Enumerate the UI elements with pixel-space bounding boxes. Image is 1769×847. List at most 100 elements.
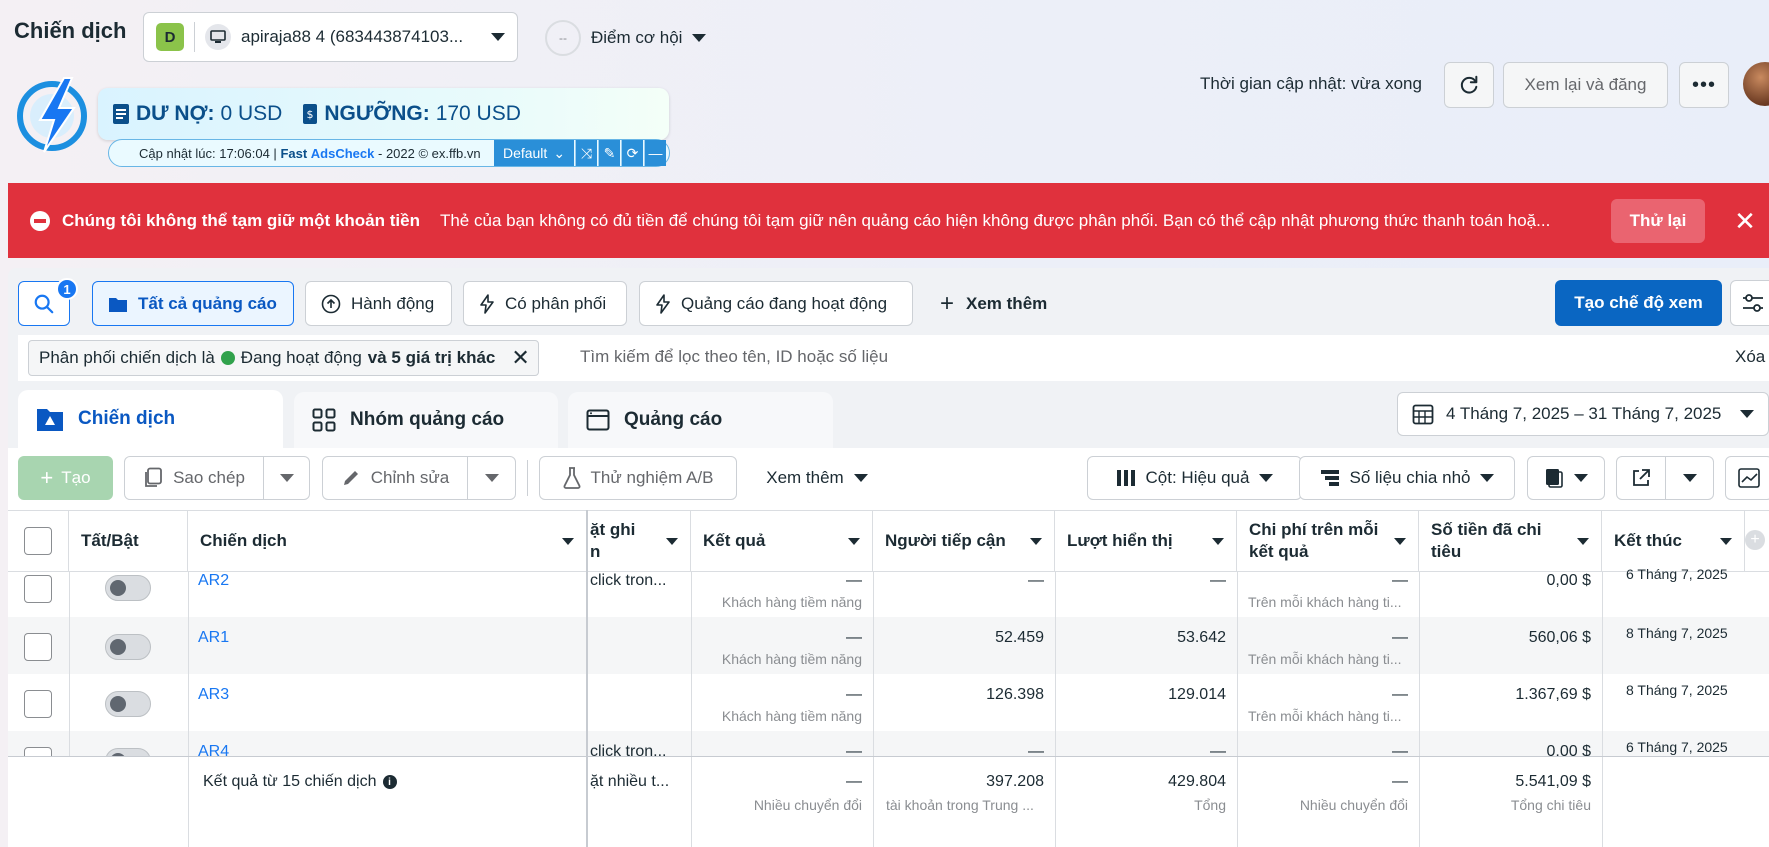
row-checkbox[interactable] — [24, 633, 52, 661]
more-options-button[interactable]: ••• — [1679, 62, 1729, 108]
chip-delivering[interactable]: Có phân phối — [463, 281, 627, 326]
page-title: Chiến dịch — [14, 18, 127, 43]
refresh-icon[interactable]: ⟳ — [621, 140, 643, 166]
breakdown-button[interactable]: Số liệu chia nhỏ — [1299, 456, 1515, 500]
select-all-checkbox[interactable] — [24, 527, 52, 555]
amount-spent-value: 1.367,69 $ — [1515, 686, 1591, 703]
column-header-label: Chi phí trên mỗi kết quả — [1249, 519, 1378, 563]
summary-result: — — [846, 773, 862, 790]
edit-dropdown[interactable] — [467, 456, 516, 500]
chevron-down-icon — [666, 537, 678, 545]
copy-dropdown[interactable] — [263, 456, 310, 500]
copy-icon — [145, 467, 162, 487]
fac-preset-select[interactable]: Default ⌄ — [494, 140, 574, 166]
columns-icon — [1116, 470, 1135, 486]
summary-cost-per-result: — — [1392, 773, 1408, 790]
refresh-button[interactable] — [1444, 62, 1494, 108]
column-header-label: Lượt hiển thị — [1067, 531, 1173, 550]
table-row[interactable]: AR3 — Khách hàng tiềm năng 126.398 129.0… — [8, 674, 1769, 731]
report-icon — [1546, 469, 1563, 488]
column-divider — [1055, 757, 1056, 847]
columns-button[interactable]: Cột: Hiệu quả — [1087, 456, 1302, 500]
campaign-name-link[interactable]: AR3 — [198, 686, 229, 704]
edit-button[interactable]: Chỉnh sửa — [322, 456, 468, 500]
toggle-switch[interactable] — [105, 634, 151, 660]
campaign-name-link[interactable]: AR2 — [198, 572, 229, 590]
avatar[interactable] — [1743, 62, 1769, 106]
column-header-amount-spent[interactable]: Số tiền đã chi tiêu — [1419, 510, 1602, 572]
ad-account-icon — [205, 24, 231, 50]
lightning-icon — [656, 293, 670, 314]
column-header-bid[interactable]: ặt ghi n — [588, 510, 691, 572]
column-header-label: ặt ghi n — [590, 519, 635, 563]
cost-per-result-type: Trên mỗi khách hàng ti... — [1248, 651, 1402, 667]
column-divider — [69, 572, 70, 757]
toggle-switch[interactable] — [105, 575, 151, 601]
close-icon[interactable]: ✕ — [511, 345, 529, 371]
filter-more: và 5 giá trị khác — [367, 348, 496, 367]
column-header-toggle[interactable]: Tất/Bật — [69, 510, 188, 572]
more-filters-button[interactable]: + Xem thêm — [940, 281, 1047, 326]
column-header-impressions[interactable]: Lượt hiển thị — [1055, 510, 1237, 572]
arrow-up-circle-icon — [321, 294, 341, 313]
chevron-down-icon — [1030, 537, 1042, 545]
toggle-switch[interactable] — [105, 691, 151, 717]
export-icon — [1633, 469, 1650, 486]
opportunity-score-dropdown[interactable]: -- Điểm cơ hội — [545, 20, 707, 56]
shuffle-icon[interactable]: ⤨ — [575, 140, 597, 166]
sliders-icon[interactable] — [1730, 280, 1769, 326]
table-row[interactable]: AR4 click tron... — — — — 0,00 $ 6 Tháng… — [8, 731, 1769, 757]
reach-value: 126.398 — [986, 686, 1044, 703]
breakdown-label: Số liệu chia nhỏ — [1349, 468, 1471, 487]
close-icon[interactable]: ✕ — [1730, 206, 1760, 236]
reports-button[interactable] — [1527, 456, 1605, 500]
row-checkbox[interactable] — [24, 575, 52, 603]
fac-preset-value: Default — [502, 145, 548, 161]
campaign-name-link[interactable]: AR4 — [198, 743, 229, 757]
charts-button[interactable] — [1725, 456, 1769, 500]
create-view-button[interactable]: Tạo chế độ xem — [1555, 280, 1722, 326]
search-input[interactable]: Tìm kiếm để lọc theo tên, ID hoặc số liệ… — [580, 347, 888, 367]
chip-actions[interactable]: Hành động — [305, 281, 452, 326]
column-header-cost-per-result[interactable]: Chi phí trên mỗi kết quả — [1237, 510, 1419, 572]
column-header-reach[interactable]: Người tiếp cận — [873, 510, 1055, 572]
account-selector[interactable]: D apiraja88 4 (683443874103... — [143, 12, 518, 62]
tab-ad-sets[interactable]: Nhóm quảng cáo — [294, 392, 558, 448]
column-header-line: ặt ghi — [590, 520, 636, 539]
info-icon[interactable]: i — [382, 775, 397, 789]
more-actions-label: Xem thêm — [766, 468, 844, 487]
summary-impressions-type: Tổng — [1194, 797, 1226, 813]
column-header-result[interactable]: Kết quả — [691, 510, 873, 572]
campaign-name-link[interactable]: AR1 — [198, 629, 229, 647]
chevron-down-icon — [1740, 410, 1754, 418]
export-dropdown[interactable] — [1665, 456, 1714, 500]
chevron-down-icon — [562, 537, 574, 545]
tab-ads[interactable]: Quảng cáo — [568, 392, 833, 448]
copy-button[interactable]: Sao chép — [124, 456, 264, 500]
ab-test-button[interactable]: Thử nghiệm A/B — [539, 456, 737, 500]
more-actions-button[interactable]: Xem thêm — [752, 456, 882, 500]
clear-filters-button[interactable]: Xóa — [1735, 347, 1765, 367]
add-column-icon[interactable]: + — [1745, 530, 1765, 550]
chevron-down-icon — [853, 474, 868, 482]
row-checkbox[interactable] — [24, 690, 52, 718]
date-range-picker[interactable]: 4 Tháng 7, 2025 – 31 Tháng 7, 2025 — [1397, 392, 1769, 436]
column-header-end[interactable]: Kết thúc — [1602, 510, 1745, 572]
chip-active-ads[interactable]: Quảng cáo đang hoạt động — [639, 281, 913, 326]
cost-per-result-value: — — [1392, 629, 1408, 646]
table-row[interactable]: AR1 — Khách hàng tiềm năng 52.459 53.642… — [8, 617, 1769, 674]
column-header-campaign[interactable]: Chiến dịch — [188, 510, 587, 572]
cost-per-result-type: Trên mỗi khách hàng ti... — [1248, 708, 1402, 724]
active-filter-chip[interactable]: Phân phối chiến dịch là Đang hoạt động v… — [28, 340, 539, 376]
fac-brand-fast: Fast — [280, 145, 308, 161]
fast-adscheck-balance: DƯ NỢ: 0 USD $ NGƯỠNG: 170 USD — [98, 88, 669, 140]
chip-all-ads[interactable]: Tất cả quảng cáo — [92, 281, 294, 326]
edit-icon[interactable]: ✎ — [598, 140, 620, 166]
tab-campaigns[interactable]: Chiến dịch — [18, 390, 283, 448]
review-publish-button[interactable]: Xem lại và đăng — [1503, 62, 1668, 108]
create-button[interactable]: + Tạo — [18, 456, 113, 500]
minimize-icon[interactable]: — — [644, 140, 666, 166]
retry-button[interactable]: Thử lại — [1611, 199, 1705, 243]
fac-update-time: Cập nhật lúc: 17:06:04 | — [139, 145, 277, 161]
export-button[interactable] — [1616, 456, 1666, 500]
